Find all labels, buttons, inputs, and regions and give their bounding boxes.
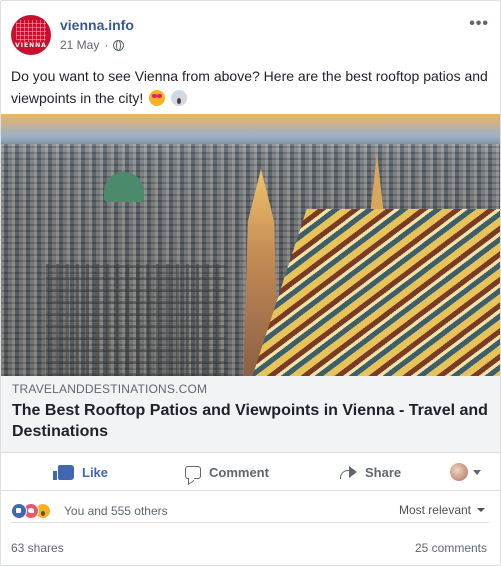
comments-count[interactable]: 25 comments <box>415 541 487 555</box>
globe-icon[interactable] <box>113 39 125 51</box>
link-preview-box[interactable]: TRAVELANDDESTINATIONS.COM The Best Rooft… <box>1 376 500 453</box>
action-bar: Like Comment Share <box>1 453 500 491</box>
like-label: Like <box>82 464 109 480</box>
share-arrow-icon <box>340 465 357 479</box>
comment-button[interactable]: Comment <box>185 453 269 491</box>
share-button[interactable]: Share <box>340 453 401 491</box>
shares-count[interactable]: 63 shares <box>11 541 64 555</box>
actor-selector[interactable] <box>450 463 481 481</box>
page-name-link[interactable]: vienna.info <box>60 17 134 33</box>
comment-bubble-icon <box>185 465 201 479</box>
chevron-down-icon <box>477 508 485 512</box>
post-message: Do you want to see Vienna from above? He… <box>11 68 488 106</box>
like-button[interactable]: Like <box>53 453 109 491</box>
chevron-down-icon <box>473 469 481 475</box>
post-meta: 21 May · <box>60 38 125 52</box>
link-domain: TRAVELANDDESTINATIONS.COM <box>12 382 208 396</box>
post-text: Do you want to see Vienna from above? He… <box>11 65 491 109</box>
avatar-logo-pattern <box>16 20 46 42</box>
avatar-logo-text: VIENNA <box>15 42 47 49</box>
post-date[interactable]: 21 May <box>60 38 99 52</box>
reaction-summary[interactable]: You and 555 others <box>64 504 168 518</box>
post-card: VIENNA vienna.info 21 May · ••• Do you w… <box>0 0 501 566</box>
link-preview-image[interactable] <box>1 114 500 376</box>
user-avatar <box>450 463 468 481</box>
foreground-building <box>46 264 226 376</box>
comment-label: Comment <box>209 464 269 480</box>
meta-separator: · <box>104 38 109 52</box>
thumbs-up-icon <box>53 464 74 480</box>
sky-horizon <box>1 114 500 144</box>
comment-sort-label: Most relevant <box>398 503 471 517</box>
reactions-row: You and 555 others Most relevant <box>11 501 489 523</box>
post-header: VIENNA vienna.info 21 May · ••• <box>11 13 491 59</box>
more-options-icon[interactable]: ••• <box>469 15 489 33</box>
page-avatar[interactable]: VIENNA <box>11 15 51 55</box>
reaction-icons[interactable] <box>11 503 51 519</box>
share-label: Share <box>365 464 402 480</box>
heart-eyes-emoji-icon <box>149 90 166 106</box>
scream-emoji-icon <box>171 90 188 106</box>
comment-sort-dropdown[interactable]: Most relevant <box>399 503 485 517</box>
link-title[interactable]: The Best Rooftop Patios and Viewpoints i… <box>12 400 494 442</box>
like-reaction-icon <box>11 503 27 519</box>
